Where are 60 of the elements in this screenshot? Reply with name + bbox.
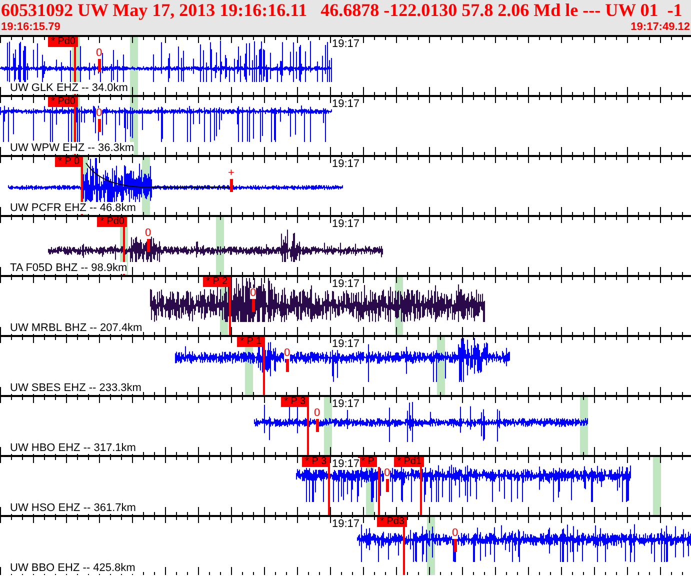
marker-bar xyxy=(316,419,319,432)
pick-line xyxy=(420,467,422,515)
event-title: 60531092 UW May 17, 2013 19:16:16.11 46.6878 -122.0130 57.8 2.06 Md le --- UW 01 -1 xyxy=(1,0,684,21)
time-label: 19:17 xyxy=(332,518,360,530)
time-label: 19:17 xyxy=(332,158,360,170)
marker-bar xyxy=(454,539,457,552)
pick-flag[interactable]: * Pd0 xyxy=(48,37,78,47)
pick-flag[interactable]: * P 3 xyxy=(281,397,308,407)
time-label: 19:17 xyxy=(332,278,360,290)
end-time: 19:17:49.12 xyxy=(630,21,690,33)
channel-label: UW BBO EHZ -- 425.8km xyxy=(10,562,136,574)
channel-label: UW MRBL BHZ -- 207.4km xyxy=(10,322,142,334)
pick-marker: 0 xyxy=(145,228,152,239)
pick-line xyxy=(307,407,309,455)
channel-label: UW PCFR EHZ -- 46.8km xyxy=(10,202,136,214)
pick-line xyxy=(328,467,330,515)
pick-flag[interactable]: * Pd1 xyxy=(394,457,424,467)
channel-label: TA F05D BHZ -- 98.9km xyxy=(10,262,128,274)
marker-bar xyxy=(252,299,255,312)
pick-flag[interactable]: * Pd3 xyxy=(377,517,408,527)
pick-marker: 0 xyxy=(314,408,320,419)
pick-marker: 0 xyxy=(384,468,390,479)
pick-marker: 0 xyxy=(452,528,458,539)
pick-flag[interactable]: * P 0 xyxy=(55,157,82,167)
pick-marker: 0 xyxy=(284,348,290,359)
pick-flag[interactable]: * P 2 xyxy=(203,277,230,287)
marker-bar xyxy=(386,479,389,492)
pick-line xyxy=(229,287,231,335)
channel-label: UW WPW EHZ -- 36.3km xyxy=(10,142,134,154)
pick-line xyxy=(263,347,265,395)
time-label: 19:17 xyxy=(332,218,360,230)
pick-flag[interactable]: * P 3 xyxy=(302,457,330,467)
time-label: 19:17 xyxy=(332,98,360,110)
pick-line xyxy=(123,227,125,275)
channel-label: UW HBO EHZ -- 317.1km xyxy=(10,442,136,454)
pick-flag[interactable]: * P 1 xyxy=(237,337,264,347)
pick-marker: 0 xyxy=(96,108,102,119)
marker-bar xyxy=(286,359,289,372)
pick-flag[interactable]: * P xyxy=(358,457,378,467)
time-label: 19:17 xyxy=(332,338,360,350)
time-label: 19:17 xyxy=(332,38,360,50)
marker-bar xyxy=(98,59,101,72)
time-label: 19:17 xyxy=(332,398,360,410)
marker-bar xyxy=(147,239,150,252)
channel-label: UW HSO EHZ -- 361.7km xyxy=(10,502,136,514)
pick-flag[interactable]: * Pd0 xyxy=(48,97,78,107)
marker-bar xyxy=(230,179,233,192)
pick-line xyxy=(378,467,380,515)
pick-line xyxy=(74,47,76,95)
start-time: 19:16:15.79 xyxy=(1,21,60,33)
pick-line xyxy=(74,107,76,155)
pick-marker: 0 xyxy=(250,288,256,299)
pick-line xyxy=(403,527,405,575)
pick-flag[interactable]: * Pd0 xyxy=(97,217,128,227)
pick-line xyxy=(81,167,83,215)
channel-label: UW SBES EHZ -- 233.3km xyxy=(10,382,142,394)
marker-bar xyxy=(98,119,101,132)
channel-label: UW GLK EHZ -- 34.0km xyxy=(10,82,128,94)
time-label: 19:17 xyxy=(332,458,360,470)
pick-marker: 0 xyxy=(96,48,102,59)
